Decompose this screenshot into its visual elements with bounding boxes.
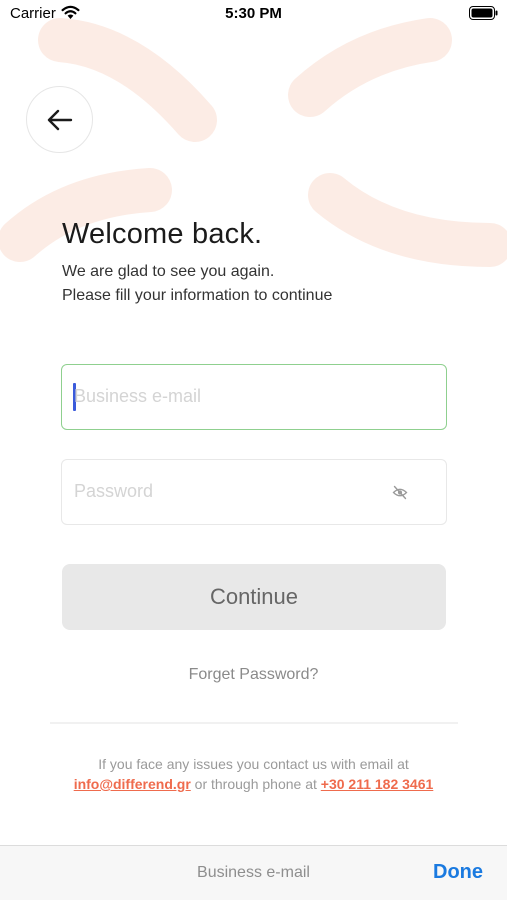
subtitle-line-2: Please fill your information to continue — [62, 287, 333, 304]
page-title: Welcome back. — [62, 218, 263, 250]
contact-text-before: If you face any issues you contact us wi… — [98, 756, 409, 772]
email-field[interactable]: Business e-mail — [61, 364, 447, 430]
email-placeholder: Business e-mail — [74, 386, 202, 406]
contact-text-middle: or through phone at — [194, 776, 317, 792]
page-subtitle: We are glad to see you again. Please fil… — [62, 260, 332, 308]
keyboard-toolbar: Business e-mail Done — [0, 845, 507, 900]
back-button[interactable] — [26, 86, 93, 153]
password-placeholder: Password — [74, 481, 154, 501]
eye-off-icon[interactable] — [392, 485, 408, 500]
done-button[interactable]: Done — [433, 861, 483, 884]
divider — [50, 722, 458, 724]
toolbar-field-label: Business e-mail — [197, 864, 310, 881]
status-time: 5:30 PM — [225, 5, 282, 22]
password-field[interactable]: Password — [61, 459, 447, 525]
subtitle-line-1: We are glad to see you again. — [62, 263, 275, 280]
battery-icon — [469, 6, 498, 20]
login-screen: Carrier 5:30 PM Welcome back. We are gla… — [0, 0, 507, 900]
continue-button[interactable]: Continue — [62, 564, 446, 630]
status-bar: Carrier 5:30 PM — [0, 0, 507, 28]
forgot-password-link[interactable]: Forget Password? — [0, 666, 507, 684]
contact-info: If you face any issues you contact us wi… — [60, 754, 447, 794]
contact-email-link[interactable]: info@differend.gr — [74, 776, 191, 792]
arrow-left-icon — [47, 109, 72, 130]
contact-phone-link[interactable]: +30 211 182 3461 — [321, 776, 434, 792]
